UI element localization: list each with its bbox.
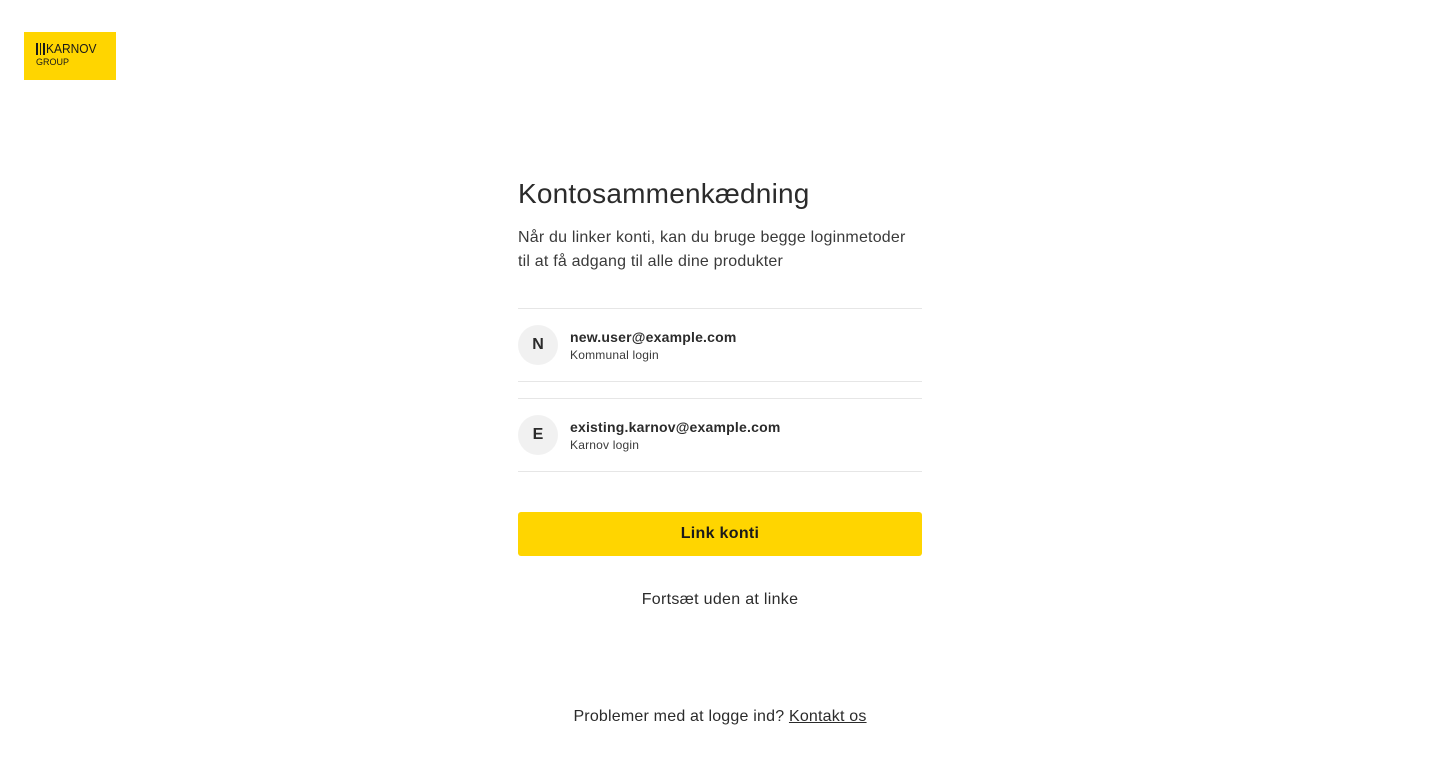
logo-bars-icon [36, 43, 45, 55]
page-subtitle: Når du linker konti, kan du bruge begge … [518, 229, 906, 270]
help-footer: Problemer med at logge ind? Kontakt os [0, 705, 1440, 729]
account-info: existing.karnov@example.com Karnov login [570, 417, 780, 453]
help-footer-text: Problemer med at logge ind? [573, 708, 785, 725]
account-login-method: Kommunal login [570, 348, 659, 362]
account-login-method: Karnov login [570, 438, 640, 452]
page: KARNOV GROUP Kontosammenkædning Når du l… [0, 0, 1440, 761]
account-list: N new.user@example.com Kommunal login E … [518, 308, 922, 472]
account-item-existing: E existing.karnov@example.com Karnov log… [518, 398, 922, 472]
logo-brand-text: KARNOV [45, 41, 97, 56]
logo-sub-text: GROUP [36, 57, 70, 67]
contact-us-link[interactable]: Kontakt os [789, 708, 867, 725]
continue-without-linking-button[interactable]: Fortsæt uden at linke [518, 588, 922, 612]
account-item-new: N new.user@example.com Kommunal login [518, 308, 922, 382]
avatar: E [518, 415, 558, 455]
karnov-group-logo[interactable]: KARNOV GROUP [24, 32, 116, 80]
link-accounts-button[interactable]: Link konti [518, 512, 922, 556]
account-email: new.user@example.com [570, 329, 737, 345]
avatar: N [518, 325, 558, 365]
account-email: existing.karnov@example.com [570, 419, 781, 435]
page-title: Kontosammenkædning [518, 178, 810, 209]
account-info: new.user@example.com Kommunal login [570, 327, 737, 363]
account-linking-panel: Kontosammenkædning Når du linker konti, … [518, 176, 922, 612]
logo-mark: KARNOV [36, 42, 116, 56]
